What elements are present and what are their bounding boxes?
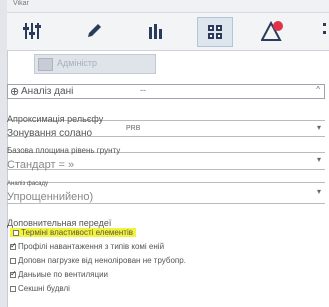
checkbox[interactable] <box>13 229 19 236</box>
item-label: Даньиые по вентиляции <box>18 270 109 279</box>
section-banner: Адміністр <box>34 54 156 74</box>
chevron-up-icon: ^ <box>316 85 320 94</box>
checkbox-item-terms[interactable]: Терміні властивості елементів <box>10 228 136 237</box>
zoning-row[interactable]: Зонування солано PRB ▾ <box>7 123 325 139</box>
base-label: Базова площина рівень грунту <box>7 146 121 155</box>
grid-icon <box>208 25 222 39</box>
warning-badge-icon <box>261 20 283 41</box>
simplified-row[interactable]: Упрощеннийено) ▾ <box>7 187 325 204</box>
simplified-label: Упрощенний <box>7 191 72 203</box>
chevron-down-icon: ▾ <box>316 155 321 164</box>
checkbox-item-ventilation[interactable]: Даньиые по вентиляции <box>10 269 109 279</box>
item-label: Секшні будвлі <box>18 284 70 293</box>
toolbar-overflow-edge <box>323 21 326 41</box>
analysis-dropdown[interactable]: ⊕ Аналіз дані -- ^ <box>7 84 325 99</box>
bar-chart-icon <box>149 24 162 39</box>
simplified-value: ено) <box>71 191 94 203</box>
checkbox[interactable] <box>10 285 16 292</box>
window-title: Vikar <box>13 0 29 7</box>
facade-row: Аналіз фасаду <box>7 172 325 187</box>
zoning-value: PRB <box>126 125 141 132</box>
base-row: Базова площина рівень грунту <box>7 140 325 155</box>
sliders-button[interactable] <box>15 17 49 45</box>
globe-icon: ⊕ <box>10 86 20 98</box>
checkbox-item-loads[interactable]: Доповн пагрузке від ненолірован не трубо… <box>10 256 186 265</box>
alert-button[interactable] <box>257 17 291 45</box>
pencil-button[interactable] <box>77 17 111 45</box>
chart-button[interactable] <box>139 17 173 45</box>
standard-row[interactable]: Стандарт = » ▾ <box>7 155 325 171</box>
extra-title-row: Доповнительная передеї <box>7 213 325 228</box>
pencil-icon <box>88 24 101 37</box>
checkbox[interactable] <box>10 241 17 250</box>
banner-label: Адміністр <box>57 58 98 68</box>
checkbox[interactable] <box>10 257 16 264</box>
zoning-label: Зонування солано <box>7 128 93 139</box>
analysis-sub: -- <box>140 85 146 95</box>
toolbar <box>7 13 329 51</box>
checkbox-item-profiles[interactable]: Профілі навантаження з типів комі еній <box>10 241 165 251</box>
banner-icon <box>38 58 53 71</box>
extra-title: Доповнительная передеї <box>7 218 112 228</box>
item-label: Профілі навантаження з типів комі еній <box>18 242 165 251</box>
analysis-value: Аналіз дані <box>21 86 74 97</box>
chevron-down-icon: ▾ <box>316 123 321 132</box>
relief-row: Апроксимація рельєфу <box>7 109 325 124</box>
checkbox[interactable] <box>10 269 17 278</box>
window-header: Vikar <box>7 0 329 13</box>
sliders-icon <box>23 23 41 39</box>
highlight-mark: Терміні властивості елементів <box>10 228 136 237</box>
standard-label: Стандарт = » <box>7 159 75 171</box>
item-label: Терміні властивості елементів <box>21 228 133 237</box>
grid-button[interactable] <box>197 17 233 47</box>
checkbox-item-sections[interactable]: Секшні будвлі <box>10 284 70 293</box>
chevron-down-icon: ▾ <box>316 187 321 196</box>
item-label: Доповн пагрузке від ненолірован не трубо… <box>18 256 186 265</box>
